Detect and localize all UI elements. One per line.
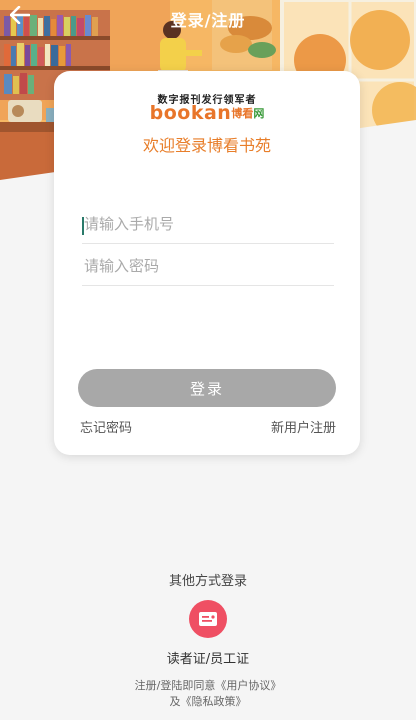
agreement-line-1: 注册/登陆即同意《用户协议》 — [0, 678, 416, 694]
agreement-prefix: 注册/登陆即同意 — [134, 679, 216, 692]
id-card-icon — [199, 612, 217, 626]
back-button[interactable] — [10, 6, 38, 32]
login-button[interactable]: 登录 — [78, 369, 336, 407]
reader-card-login-label: 读者证/员工证 — [166, 652, 250, 667]
register-link[interactable]: 新用户注册 — [271, 417, 336, 436]
brand-name-cn: 博看网 — [231, 107, 264, 120]
welcome-text: 欢迎登录博看书苑 — [142, 136, 271, 155]
agreement-line-2: 及《隐私政策》 — [0, 694, 416, 710]
password-field — [82, 251, 336, 286]
brand-logo: bookan博看网 — [54, 102, 360, 125]
reader-card-login-button[interactable] — [189, 600, 227, 638]
brand-name-cn-suffix: 网 — [253, 107, 265, 120]
brand-name-cn-main: 博看 — [231, 107, 254, 120]
user-agreement-link[interactable]: 《用户协议》 — [215, 679, 281, 692]
brand-name-en: bookan — [149, 102, 232, 124]
agreement-text: 注册/登陆即同意《用户协议》 及《隐私政策》 — [0, 678, 416, 710]
phone-field — [82, 209, 336, 244]
arrow-left-icon — [10, 6, 30, 24]
text-cursor — [82, 217, 84, 235]
forgot-password-link[interactable]: 忘记密码 — [80, 417, 132, 436]
other-login-title: 其他方式登录 — [168, 574, 247, 589]
login-card: 数字报刊发行领军者 bookan博看网 欢迎登录博看书苑 登录 忘记密码 新用户… — [54, 71, 360, 455]
password-input[interactable] — [82, 251, 336, 281]
page-title: 登录/注册 — [170, 11, 246, 30]
agreement-and: 及 — [169, 695, 181, 708]
phone-input[interactable] — [82, 209, 336, 239]
navigation-bar: 登录/注册 — [0, 0, 416, 38]
privacy-policy-link[interactable]: 《隐私政策》 — [181, 695, 247, 708]
